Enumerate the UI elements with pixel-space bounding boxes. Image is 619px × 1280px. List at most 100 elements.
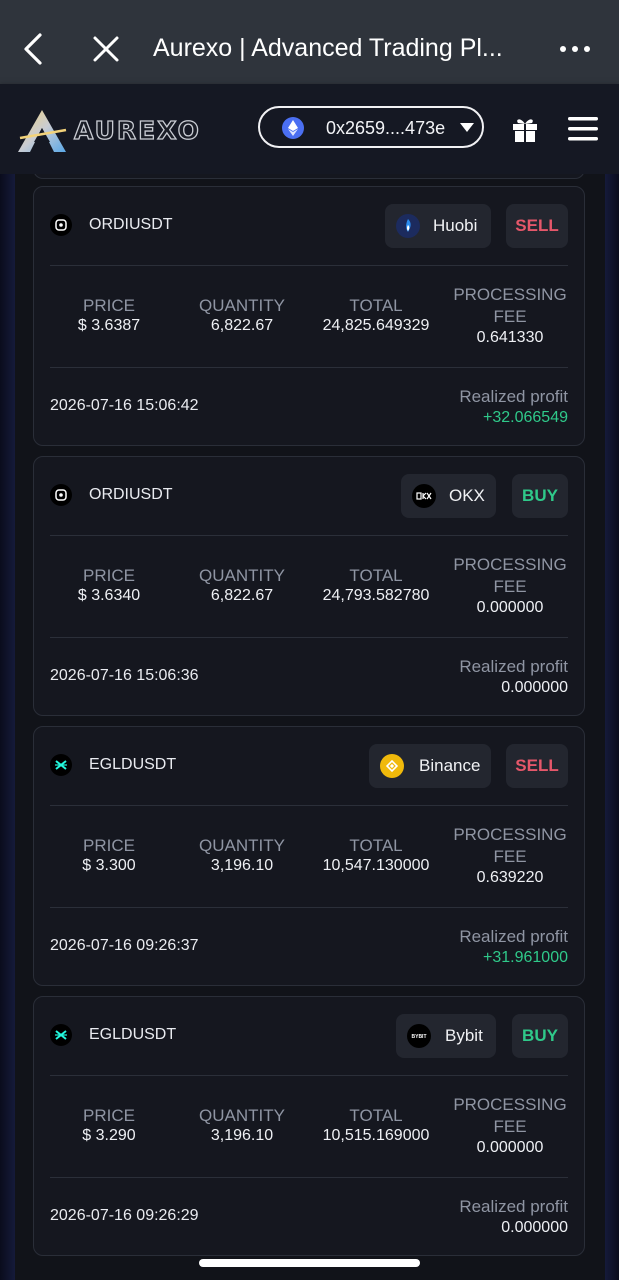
exchange-name: OKX (449, 486, 485, 505)
hamburger-menu-icon[interactable] (568, 116, 598, 142)
divider (50, 1177, 568, 1178)
browser-page-title: Aurexo | Advanced Trading Pl... (153, 34, 503, 62)
fee-label-line2: FEE (493, 307, 527, 326)
price-value: $ 3.300 (82, 857, 136, 874)
total-label: TOTAL (349, 1106, 403, 1125)
divider (50, 265, 568, 266)
trade-card: ORDIUSDT Huobi SELL PRICE $ 3.6387 QUANT… (33, 186, 585, 446)
exchange-badge: Huobi (385, 204, 491, 248)
fee-value: 0.000000 (476, 1139, 544, 1156)
quantity-value: 3,196.10 (210, 857, 274, 874)
realized-profit-label: Realized profit (459, 1197, 568, 1216)
trade-history-list[interactable]: ORDIUSDT Huobi SELL PRICE $ 3.6387 QUANT… (15, 174, 605, 1280)
trade-datetime: 2026-07-16 09:26:37 (50, 937, 199, 954)
total-label: TOTAL (349, 296, 403, 315)
exchange-badge: BYBIT Bybit (396, 1014, 496, 1058)
realized-profit-label: Realized profit (459, 927, 568, 946)
quantity-label: QUANTITY (199, 1106, 285, 1125)
quantity-label: QUANTITY (199, 836, 285, 855)
fee-value: 0.639220 (476, 869, 544, 886)
ordi-icon (50, 484, 72, 506)
quantity-label: QUANTITY (199, 296, 285, 315)
total-value: 10,547.130000 (322, 857, 430, 874)
trading-pair: ORDIUSDT (89, 486, 173, 503)
total-value: 24,825.649329 (322, 317, 430, 334)
divider (50, 637, 568, 638)
fee-value: 0.000000 (476, 599, 544, 616)
realized-profit-value: +32.066549 (483, 409, 568, 426)
close-icon[interactable] (90, 33, 122, 65)
quantity-value: 3,196.10 (210, 1127, 274, 1144)
browser-toolbar: Aurexo | Advanced Trading Pl... (0, 0, 619, 84)
quantity-label: QUANTITY (199, 566, 285, 585)
caret-down-icon (460, 123, 474, 132)
more-options-icon[interactable] (559, 44, 591, 54)
total-label: TOTAL (349, 566, 403, 585)
price-label: PRICE (83, 836, 135, 855)
total-value: 24,793.582780 (322, 587, 430, 604)
trade-card: EGLDUSDT BYBIT Bybit BUY PRICE $ 3.290 Q… (33, 996, 585, 1256)
quantity-value: 6,822.67 (210, 587, 274, 604)
divider (50, 907, 568, 908)
fee-label-line2: FEE (493, 1117, 527, 1136)
egld-icon (50, 1024, 72, 1046)
exchange-badge: Binance (369, 744, 491, 788)
price-value: $ 3.6340 (77, 587, 141, 604)
quantity-value: 6,822.67 (210, 317, 274, 334)
realized-profit-value: +31.961000 (483, 949, 568, 966)
fee-label-line2: FEE (493, 847, 527, 866)
ethereum-icon (282, 117, 304, 139)
total-label: TOTAL (349, 836, 403, 855)
exchange-name: Binance (419, 756, 481, 775)
total-value: 10,515.169000 (322, 1127, 430, 1144)
trade-card: ORDIUSDT OKX BUY PRICE $ 3.6340 QUANTITY… (33, 456, 585, 716)
side-buy-badge: BUY (512, 1014, 568, 1058)
bybit-icon: BYBIT (407, 1024, 431, 1048)
trade-datetime: 2026-07-16 09:26:29 (50, 1207, 199, 1224)
fee-label-line1: PROCESSING (453, 825, 567, 844)
wallet-selector[interactable]: 0x2659....473e (258, 106, 484, 148)
exchange-name: Bybit (445, 1026, 483, 1045)
gift-icon[interactable] (511, 115, 539, 143)
side-sell-badge: SELL (506, 744, 568, 788)
exchange-name: Huobi (433, 216, 478, 235)
fee-value: 0.641330 (476, 329, 544, 346)
realized-profit-label: Realized profit (459, 387, 568, 406)
left-page-margin (0, 174, 15, 1280)
previous-card-edge (33, 174, 585, 179)
fee-label-line1: PROCESSING (453, 1095, 567, 1114)
exchange-badge: OKX (401, 474, 496, 518)
price-value: $ 3.290 (82, 1127, 136, 1144)
svg-text:BYBIT: BYBIT (412, 1034, 427, 1040)
trading-pair: ORDIUSDT (89, 216, 173, 233)
price-label: PRICE (83, 296, 135, 315)
egld-icon (50, 754, 72, 776)
aurexo-logo-icon[interactable] (16, 108, 68, 154)
divider (50, 367, 568, 368)
binance-icon (380, 754, 404, 778)
okx-icon (412, 484, 436, 508)
trade-datetime: 2026-07-16 15:06:36 (50, 667, 199, 684)
trading-pair: EGLDUSDT (89, 1026, 177, 1043)
logo-wordmark: AUREXO (73, 115, 201, 145)
divider (50, 1075, 568, 1076)
huobi-icon (396, 214, 420, 238)
price-label: PRICE (83, 566, 135, 585)
fee-label-line2: FEE (493, 577, 527, 596)
realized-profit-value: 0.000000 (501, 1219, 568, 1236)
realized-profit-value: 0.000000 (501, 679, 568, 696)
side-buy-badge: BUY (512, 474, 568, 518)
ordi-icon (50, 214, 72, 236)
trade-datetime: 2026-07-16 15:06:42 (50, 397, 199, 414)
trade-card: EGLDUSDT Binance SELL PRICE $ 3.300 QUAN… (33, 726, 585, 986)
realized-profit-label: Realized profit (459, 657, 568, 676)
trading-pair: EGLDUSDT (89, 756, 177, 773)
divider (50, 805, 568, 806)
fee-label-line1: PROCESSING (453, 555, 567, 574)
back-icon[interactable] (18, 32, 48, 66)
home-indicator[interactable] (199, 1259, 420, 1267)
wallet-address: 0x2659....473e (326, 118, 446, 138)
side-sell-badge: SELL (506, 204, 568, 248)
price-value: $ 3.6387 (77, 317, 141, 334)
fee-label-line1: PROCESSING (453, 285, 567, 304)
